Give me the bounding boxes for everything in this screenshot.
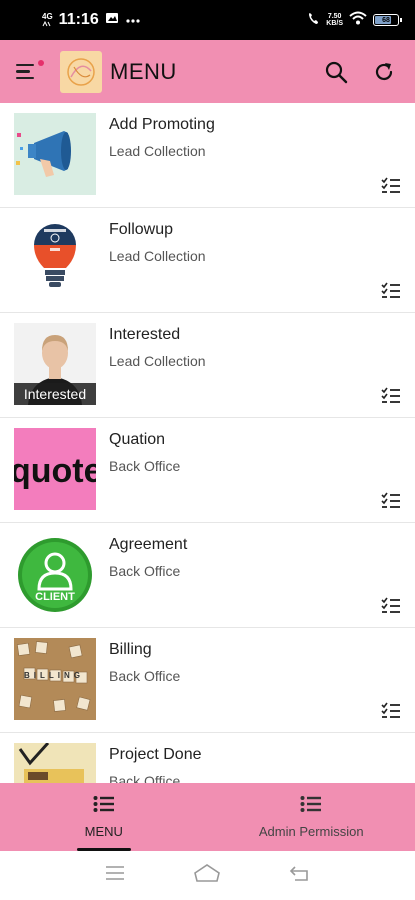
tab-menu-label: MENU [84, 824, 123, 839]
item-subtitle: Lead Collection [109, 143, 206, 159]
item-title: Project Done [109, 746, 202, 763]
wifi-icon [349, 11, 367, 30]
app-logo [60, 50, 102, 93]
item-title: Billing [109, 641, 152, 658]
checklist-icon[interactable] [381, 702, 401, 720]
image-notification-icon [105, 11, 119, 29]
project-done-image [14, 743, 96, 783]
list-icon [93, 795, 115, 818]
item-subtitle: Back Office [109, 563, 181, 579]
list-item-agreement[interactable]: CLIENT Agreement Back Office [0, 523, 415, 628]
client-badge-text: CLIENT [35, 591, 75, 603]
tab-admin-permission[interactable]: Admin Permission [208, 783, 415, 851]
menu-icon[interactable] [16, 57, 46, 87]
battery-icon: 68 [373, 14, 402, 26]
item-subtitle: Back Office [109, 458, 181, 474]
followup-bulb-image [14, 218, 96, 300]
home-icon[interactable] [193, 863, 221, 888]
client-badge-image: CLIENT [14, 533, 96, 615]
item-subtitle: Back Office [109, 668, 181, 684]
system-navigation-bar [0, 851, 415, 900]
checklist-icon[interactable] [381, 387, 401, 405]
list-item-billing[interactable]: BILLING Billing Back Office [0, 628, 415, 733]
list-item-quation[interactable]: quote Quation Back Office [0, 418, 415, 523]
item-subtitle: Back Office [109, 773, 181, 783]
bottom-navigation: MENU Admin Permission [0, 783, 415, 851]
person-image: Interested [14, 323, 96, 405]
list-item-project-done[interactable]: Project Done Back Office [0, 733, 415, 783]
network-speed: 7.50 KB/S [326, 13, 343, 27]
checklist-icon[interactable] [381, 177, 401, 195]
tab-admin-permission-label: Admin Permission [258, 824, 364, 839]
page-title: MENU [110, 58, 177, 84]
status-bar: 4G 11:16 7.50 KB/S 68 [0, 0, 415, 40]
image-caption: Interested [14, 383, 96, 405]
item-subtitle: Lead Collection [109, 248, 206, 264]
tab-menu[interactable]: MENU [0, 783, 208, 851]
more-notifications-icon [125, 11, 141, 29]
item-title: Quation [109, 431, 166, 448]
list-item-interested[interactable]: Interested Interested Lead Collection [0, 313, 415, 418]
list-item-followup[interactable]: Followup Lead Collection [0, 208, 415, 313]
list-item-add-promoting[interactable]: Add Promoting Lead Collection [0, 103, 415, 208]
item-title: Interested [109, 326, 181, 343]
menu-list: Add Promoting Lead Collection Followup L… [0, 103, 415, 783]
recent-apps-icon[interactable] [104, 865, 126, 886]
volte-call-icon [308, 11, 320, 30]
app-bar: MENU [0, 40, 415, 103]
billing-tiles-image: BILLING [14, 638, 96, 720]
megaphone-image [14, 113, 96, 195]
clock: 11:16 [58, 11, 99, 28]
back-icon[interactable] [289, 864, 311, 887]
quote-image: quote [14, 428, 96, 510]
list-icon [300, 795, 322, 818]
refresh-icon[interactable] [371, 59, 397, 85]
quote-image-text: quote [14, 452, 96, 490]
search-icon[interactable] [323, 59, 349, 85]
item-subtitle: Lead Collection [109, 353, 206, 369]
checklist-icon[interactable] [381, 282, 401, 300]
checklist-icon[interactable] [381, 492, 401, 510]
checklist-icon[interactable] [381, 597, 401, 615]
item-title: Agreement [109, 536, 188, 553]
notification-dot [38, 59, 44, 66]
item-title: Add Promoting [109, 116, 215, 133]
network-indicator: 4G [42, 13, 53, 27]
billing-tiles-text: BILLING [24, 671, 84, 680]
item-title: Followup [109, 221, 174, 238]
